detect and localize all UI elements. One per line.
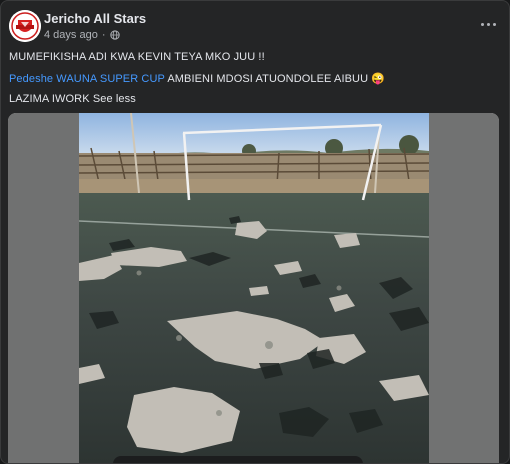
post-text-line-2-body: AMBIENI MDOSI ATUONDOLEE AIBUU [164, 73, 372, 85]
photo-overlay-bar [113, 456, 363, 463]
damaged-pitch-photo [79, 113, 429, 463]
photo-blur-right [429, 113, 499, 463]
post-card: Jericho All Stars 4 days ago · MUMEFIKIS… [0, 0, 510, 464]
post-timestamp[interactable]: 4 days ago [44, 29, 98, 41]
globe-icon [109, 30, 120, 40]
post-text-line-3: LAZIMA IWORK See less [9, 93, 136, 105]
dot-separator: · [101, 29, 106, 41]
club-crest-icon [9, 10, 41, 42]
tag-link-pedeshe[interactable]: Pedeshe [9, 73, 53, 85]
see-less-button[interactable]: See less [93, 93, 136, 105]
post-photo[interactable] [8, 113, 499, 463]
photo-blur-left [8, 113, 79, 463]
post-meta: 4 days ago · [44, 29, 120, 41]
page-avatar[interactable] [9, 10, 41, 42]
tag-link-wauna-super-cup[interactable]: WAUNA SUPER CUP [56, 73, 164, 85]
more-options-icon[interactable] [477, 15, 499, 33]
post-text-line-3-body: LAZIMA IWORK [9, 93, 93, 105]
post-text-line-2: Pedeshe WAUNA SUPER CUP AMBIENI MDOSI AT… [9, 72, 385, 85]
post-text-line-1: MUMEFIKISHA ADI KWA KEVIN TEYA MKO JUU !… [9, 51, 265, 63]
winking-tongue-emoji-icon: 😜 [371, 73, 386, 85]
page-name-link[interactable]: Jericho All Stars [44, 11, 146, 26]
